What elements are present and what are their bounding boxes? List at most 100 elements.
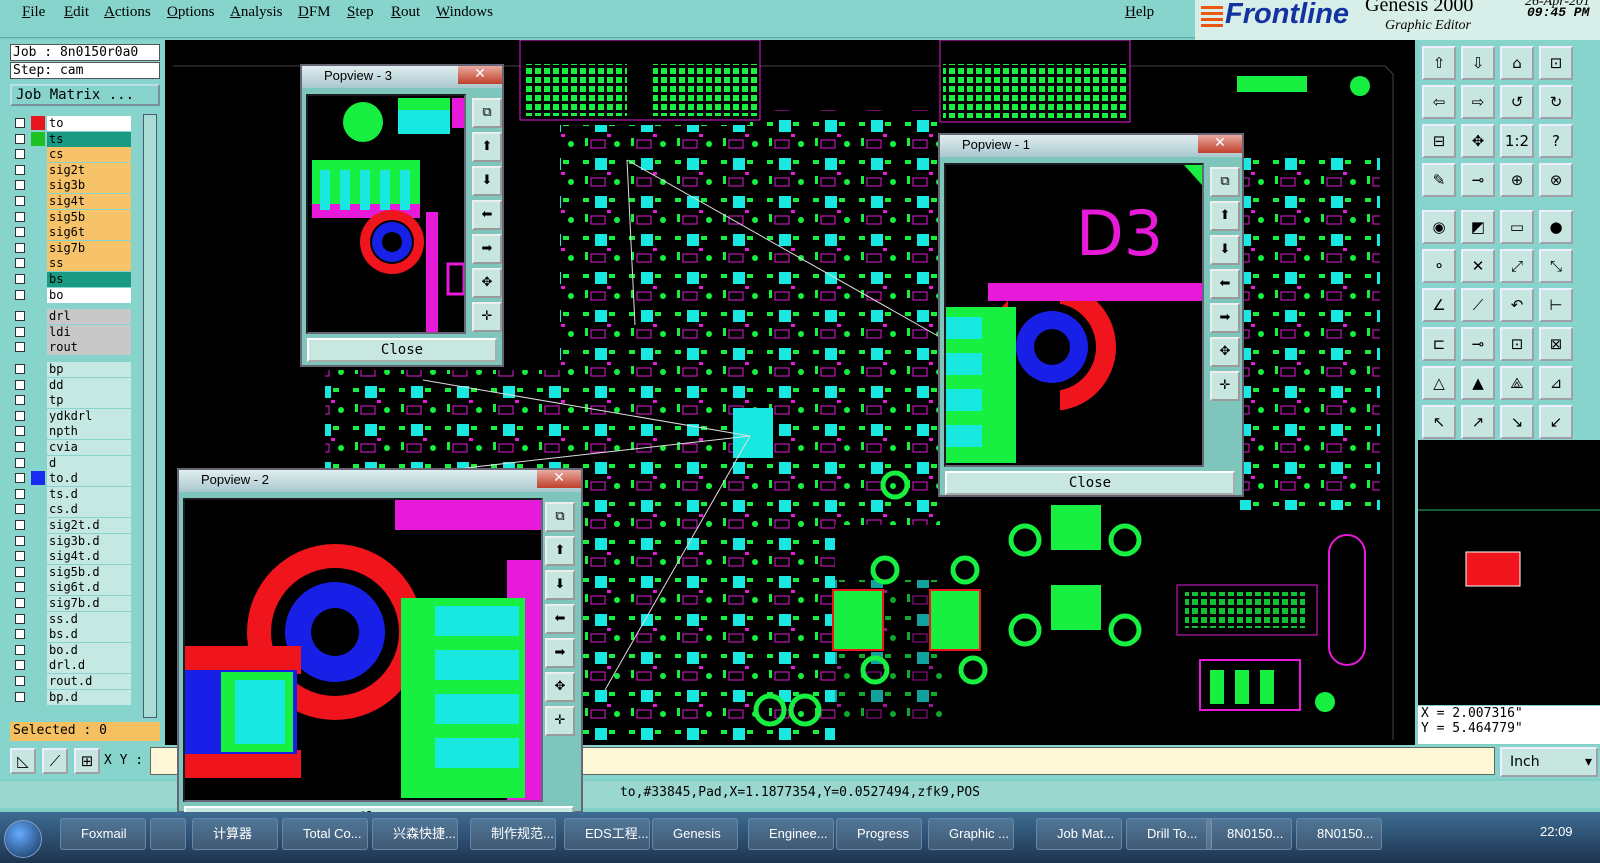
layer-checkbox[interactable] (15, 149, 25, 160)
layer-checkbox[interactable] (15, 274, 25, 284)
ratio-icon[interactable]: 1:2 (1500, 124, 1534, 158)
pan-down-icon[interactable]: ⬇ (472, 166, 502, 196)
layer-row[interactable]: ydkdrl (12, 408, 132, 424)
layer-row[interactable]: rout.d (12, 674, 132, 689)
layer-row[interactable]: bs.d (12, 627, 132, 643)
zoom-in-icon[interactable]: ✥ (545, 672, 575, 702)
layer-row[interactable]: sig5b.d (12, 564, 132, 580)
select-arrow-icon[interactable]: ↗ (1461, 405, 1495, 439)
popview-3-close-button[interactable]: Close (307, 338, 497, 362)
popview-1-close-button[interactable]: Close (945, 471, 1235, 495)
zoom-out-icon[interactable]: ✛ (545, 706, 575, 736)
arc-icon[interactable]: ↶ (1500, 288, 1534, 322)
taskbar-item[interactable]: 8N0150... (1206, 818, 1292, 850)
pad-icon[interactable]: ◉ (1422, 210, 1456, 244)
taskbar-item[interactable]: Drill To... (1126, 818, 1212, 850)
layer-checkbox[interactable] (15, 551, 25, 562)
layer-checkbox[interactable] (15, 242, 25, 253)
popview-3-close-icon[interactable]: ✕ (458, 66, 502, 84)
layer-checkbox[interactable] (15, 196, 25, 206)
help-icon[interactable]: ? (1539, 124, 1573, 158)
layer-row[interactable]: drl.d (12, 658, 132, 674)
pan-left-icon[interactable]: ⬅ (545, 604, 575, 634)
pan-right-icon[interactable]: ➡ (545, 638, 575, 668)
job-matrix-button[interactable]: Job Matrix ... (10, 84, 160, 106)
taskbar-item[interactable]: 制作规范... (470, 818, 556, 850)
zoom-fit-icon[interactable]: ⧉ (1210, 167, 1240, 197)
layer-checkbox[interactable] (15, 311, 25, 322)
rotate-icon[interactable]: ↙ (1539, 405, 1573, 439)
layer-row[interactable]: cs.d (12, 502, 132, 518)
layer-checkbox[interactable] (15, 644, 25, 655)
layer-row[interactable]: npth (12, 424, 132, 440)
redo-icon[interactable]: ↻ (1539, 85, 1573, 119)
taskbar-item[interactable]: Job Mat... (1036, 818, 1122, 850)
menu-edit[interactable]: Edit (64, 4, 89, 21)
popview-1-view[interactable]: D3 (944, 163, 1204, 467)
layer-row[interactable]: to.d (12, 471, 132, 487)
layer-row[interactable]: tp (12, 393, 132, 409)
pan-left-icon[interactable]: ⬅ (472, 200, 502, 230)
layer-checkbox[interactable] (15, 629, 25, 640)
taskbar-item[interactable]: Graphic ... (928, 818, 1014, 850)
layer-checkbox[interactable] (15, 326, 25, 337)
layer-checkbox[interactable] (15, 504, 25, 515)
grid-icon[interactable]: ⊞ (74, 748, 100, 774)
layer-checkbox[interactable] (15, 395, 25, 406)
layer-row[interactable]: dd (12, 377, 132, 393)
select-icon[interactable]: ⊡ (1500, 327, 1534, 361)
menu-step[interactable]: Step (347, 4, 374, 21)
layer-checkbox[interactable] (15, 691, 25, 702)
layer-row[interactable]: ts (12, 131, 132, 147)
zoom-fit-icon[interactable]: ⧉ (545, 502, 575, 532)
taskbar-item[interactable] (150, 818, 186, 850)
layer-scrollbar[interactable] (143, 114, 157, 718)
layer-row[interactable]: drl (12, 309, 132, 325)
layer-row[interactable]: ss (12, 256, 132, 272)
layer-row[interactable]: sig7b.d (12, 596, 132, 611)
layer-checkbox[interactable] (15, 613, 25, 624)
layer-row[interactable]: ts.d (12, 486, 132, 502)
taskbar-item[interactable]: Foxmail (60, 818, 146, 850)
taskbar-item[interactable]: Progress (836, 818, 922, 850)
layer-checkbox[interactable] (15, 164, 25, 175)
layer-checkbox[interactable] (15, 457, 25, 468)
layer-checkbox[interactable] (15, 426, 25, 437)
measure-icon[interactable]: ⟋ (42, 748, 68, 774)
layer-row[interactable]: sig2t.d (12, 518, 132, 533)
layer-checkbox[interactable] (15, 118, 25, 128)
layer-row[interactable]: bo (12, 287, 132, 303)
line-icon[interactable]: ⟋ (1461, 288, 1495, 322)
layer-checkbox[interactable] (15, 342, 25, 353)
menu-options[interactable]: Options (167, 4, 215, 21)
layer-checkbox[interactable] (15, 535, 25, 546)
taskbar-item[interactable]: Genesis (652, 818, 738, 850)
layer-row[interactable]: rout (12, 340, 132, 356)
layer-row[interactable]: sig4t.d (12, 549, 132, 565)
dot-icon[interactable]: ● (1539, 210, 1573, 244)
add-icon[interactable]: ⊕ (1500, 163, 1534, 197)
layer-checkbox[interactable] (15, 566, 25, 577)
taskbar-item[interactable]: Enginee... (748, 818, 834, 850)
menu-file[interactable]: File (22, 4, 45, 21)
layer-checkbox[interactable] (15, 473, 25, 484)
zoom-out-icon[interactable]: ✛ (472, 302, 502, 332)
layer-checkbox[interactable] (15, 598, 25, 608)
layer-checkbox[interactable] (15, 379, 25, 390)
layer-checkbox[interactable] (15, 211, 25, 222)
taskbar-item[interactable]: 计算器 (192, 818, 278, 850)
cross-icon[interactable]: ✕ (1461, 249, 1495, 283)
taskbar-item[interactable]: Total Co... (282, 818, 368, 850)
layer-row[interactable]: bs (12, 272, 132, 287)
split-icon[interactable]: ⊢ (1539, 288, 1573, 322)
layer-checkbox[interactable] (15, 582, 25, 593)
layer-checkbox[interactable] (15, 410, 25, 421)
pan-down-icon[interactable]: ⬇ (1210, 235, 1240, 265)
pan-right-icon[interactable]: ➡ (472, 234, 502, 264)
zoom-in-icon[interactable]: ✥ (472, 268, 502, 298)
taskbar-item[interactable]: 8N0150... (1296, 818, 1382, 850)
layer-row[interactable]: cvia (12, 440, 132, 455)
start-button[interactable] (4, 820, 42, 858)
zoom-out-icon[interactable]: ✛ (1210, 371, 1240, 401)
drag-icon[interactable]: ↘ (1500, 405, 1534, 439)
